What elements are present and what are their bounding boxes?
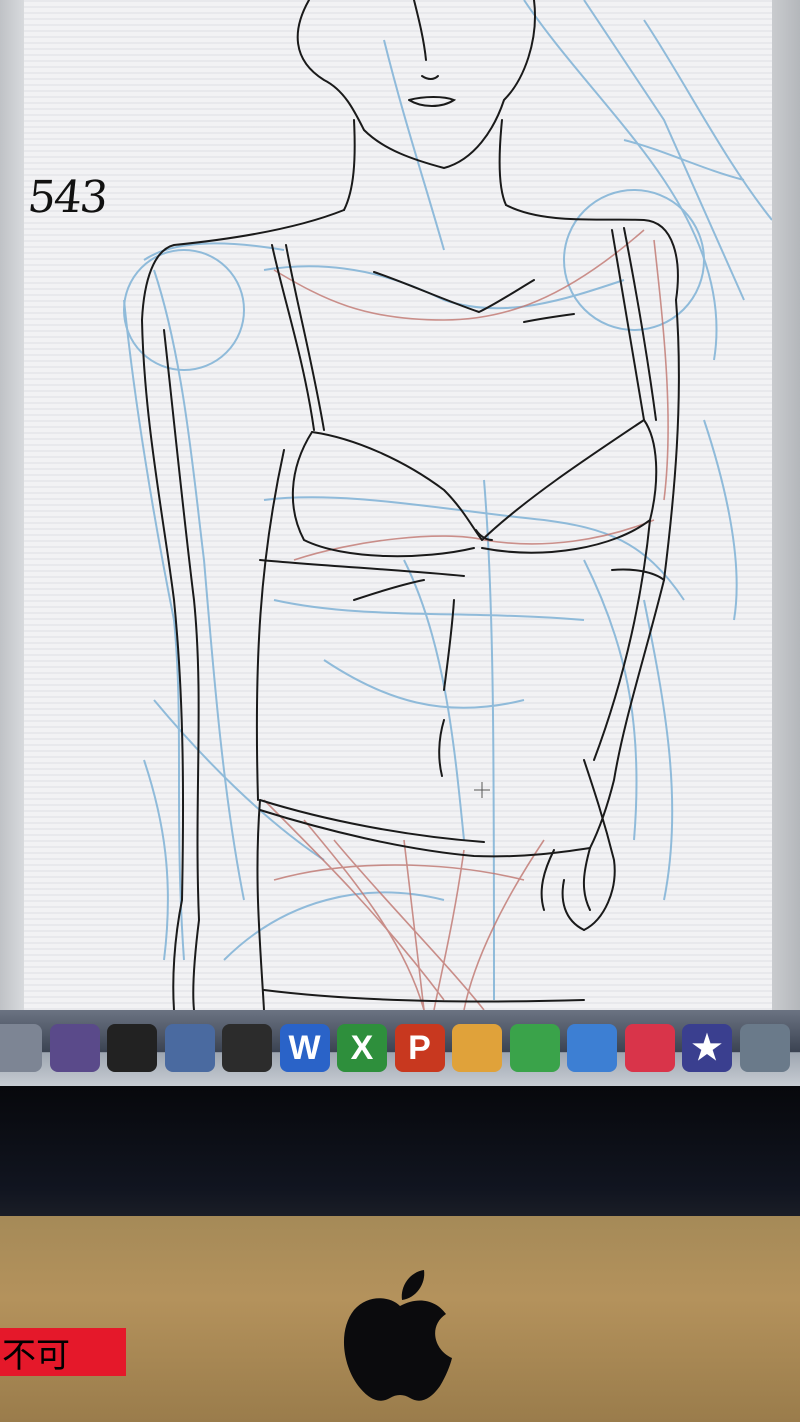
image-capture-icon[interactable] (0, 1024, 42, 1072)
dvd-player-icon[interactable] (49, 1024, 100, 1072)
final-cut-clapper-icon[interactable] (107, 1024, 157, 1072)
red-guide-lines (263, 229, 669, 1010)
compressor-clapper-icon[interactable] (222, 1024, 272, 1072)
drawing-canvas[interactable]: 543 (24, 0, 772, 1010)
warning-sticker: 不可 (0, 1328, 126, 1376)
keynote-icon[interactable] (567, 1024, 617, 1072)
canvas-edge-right (772, 0, 800, 1010)
dock: W X P ★ (0, 1010, 800, 1086)
canvas-edge-left (0, 0, 24, 1010)
powerpoint-icon[interactable]: P (394, 1024, 445, 1072)
apple-logo-icon (343, 1270, 452, 1401)
pages-icon[interactable] (452, 1024, 502, 1072)
layer-number-label: 543 (25, 172, 109, 223)
figure-sketch (123, 0, 772, 1010)
numbers-icon[interactable] (509, 1024, 560, 1072)
monitor-bezel (0, 1086, 800, 1216)
crosshair-cursor-icon (474, 782, 490, 798)
excel-icon[interactable]: X (337, 1024, 387, 1072)
davinci-resolve-icon[interactable] (624, 1024, 675, 1072)
blue-guide-lines (123, 0, 772, 1001)
motion-icon[interactable] (164, 1024, 215, 1072)
word-icon[interactable]: W (279, 1024, 330, 1072)
iphoto-icon[interactable] (739, 1024, 790, 1072)
monitor-screen: 543 (0, 0, 800, 1010)
imovie-icon[interactable]: ★ (682, 1024, 732, 1072)
